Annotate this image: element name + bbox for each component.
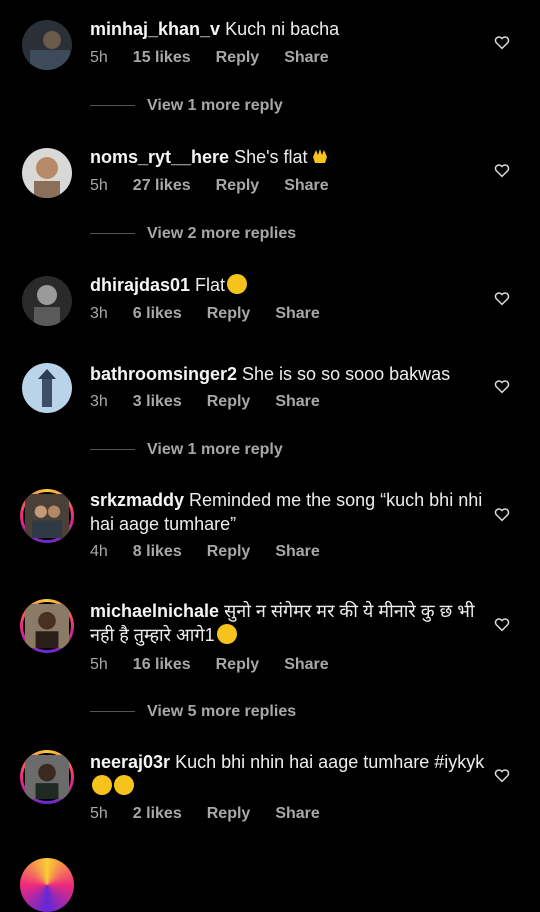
comment-meta: 5h 27 likes Reply Share [90, 177, 354, 195]
comment-body: Kuch bhi nhin hai aage tumhare #iykyk [175, 752, 485, 772]
comment-username[interactable]: minhaj_khan_v [90, 19, 220, 39]
comment-time: 5h [90, 49, 108, 66]
comment-text: bathroomsinger2 She is so so sooo bakwas [90, 362, 490, 386]
avatar-with-story-ring[interactable] [20, 599, 74, 653]
comment-likes[interactable]: 6 likes [133, 305, 182, 322]
reply-button[interactable]: Reply [207, 543, 251, 560]
comment-username[interactable]: srkzmaddy [90, 490, 184, 510]
view-more-replies[interactable]: View 1 more reply [90, 97, 283, 115]
reply-button[interactable]: Reply [216, 49, 260, 66]
divider [90, 711, 135, 713]
avatar[interactable] [22, 276, 72, 326]
comment-time: 5h [90, 656, 108, 673]
comment-body: Flat [195, 275, 226, 295]
reply-button[interactable]: Reply [216, 177, 260, 194]
comment-time: 3h [90, 393, 108, 410]
avatar[interactable] [22, 363, 72, 413]
avatar-with-story-ring[interactable] [20, 750, 74, 804]
comment-text: michaelnichale सुनो न संगेमर मर की ये मीन… [90, 599, 490, 647]
divider [90, 449, 135, 451]
share-button[interactable]: Share [284, 177, 328, 194]
avatar-with-story-ring[interactable] [20, 489, 74, 543]
comment-meta: 5h 15 likes Reply Share [90, 49, 354, 67]
avatar[interactable] [22, 20, 72, 70]
avatar[interactable] [22, 148, 72, 198]
comment-meta: 5h 2 likes Reply Share [90, 805, 345, 823]
view-more-replies[interactable]: View 2 more replies [90, 225, 296, 243]
heart-icon[interactable] [493, 161, 511, 179]
heart-icon[interactable] [493, 289, 511, 307]
share-button[interactable]: Share [284, 656, 328, 673]
comment-likes[interactable]: 2 likes [133, 805, 182, 822]
comment-time: 5h [90, 177, 108, 194]
raising-hands-emoji [310, 146, 330, 166]
comment-text: noms_ryt__here She's flat [90, 145, 490, 169]
laughing-emoji [216, 624, 237, 644]
share-button[interactable]: Share [275, 393, 319, 410]
comment-likes[interactable]: 27 likes [133, 177, 191, 194]
comment-username[interactable]: bathroomsinger2 [90, 364, 237, 384]
comment-time: 5h [90, 805, 108, 822]
view-more-replies[interactable]: View 1 more reply [90, 441, 283, 459]
comment-text: neeraj03r Kuch bhi nhin hai aage tumhare … [90, 750, 490, 798]
heart-icon[interactable] [493, 33, 511, 51]
comment-likes[interactable]: 15 likes [133, 49, 191, 66]
share-button[interactable]: Share [284, 49, 328, 66]
laughing-emoji [92, 775, 112, 795]
heart-icon[interactable] [493, 615, 511, 633]
comment-text: dhirajdas01 Flat [90, 273, 490, 297]
reply-button[interactable]: Reply [207, 305, 251, 322]
comment-time: 4h [90, 543, 108, 560]
comment-meta: 4h 8 likes Reply Share [90, 543, 345, 561]
comment-likes[interactable]: 16 likes [133, 656, 191, 673]
laughing-emoji [114, 775, 134, 795]
reply-button[interactable]: Reply [207, 805, 251, 822]
comment-username[interactable]: noms_ryt__here [90, 147, 229, 167]
comment-body: She's flat [234, 147, 308, 167]
divider [90, 233, 135, 235]
heart-icon[interactable] [493, 766, 511, 784]
comment-time: 3h [90, 305, 108, 322]
comment-username[interactable]: michaelnichale [90, 601, 219, 621]
share-button[interactable]: Share [275, 805, 319, 822]
comment-body: Kuch ni bacha [225, 19, 340, 39]
laughing-emoji [227, 274, 248, 294]
comment-likes[interactable]: 8 likes [133, 543, 182, 560]
comment-meta: 3h 3 likes Reply Share [90, 393, 345, 411]
heart-icon[interactable] [493, 505, 511, 523]
avatar-with-story-ring[interactable] [20, 858, 74, 912]
divider [90, 105, 135, 107]
comment-text: srkzmaddy Reminded me the song “kuch bhi … [90, 488, 490, 536]
reply-button[interactable]: Reply [216, 656, 260, 673]
comment-text: minhaj_khan_v Kuch ni bacha [90, 17, 490, 41]
share-button[interactable]: Share [275, 305, 319, 322]
comment-username[interactable]: dhirajdas01 [90, 275, 190, 295]
comment-body: She is so so sooo bakwas [242, 364, 451, 384]
reply-button[interactable]: Reply [207, 393, 251, 410]
comment-meta: 5h 16 likes Reply Share [90, 656, 354, 674]
heart-icon[interactable] [493, 377, 511, 395]
share-button[interactable]: Share [275, 543, 319, 560]
comment-likes[interactable]: 3 likes [133, 393, 182, 410]
view-more-replies[interactable]: View 5 more replies [90, 703, 296, 721]
comment-username[interactable]: neeraj03r [90, 752, 170, 772]
comment-meta: 3h 6 likes Reply Share [90, 305, 345, 323]
